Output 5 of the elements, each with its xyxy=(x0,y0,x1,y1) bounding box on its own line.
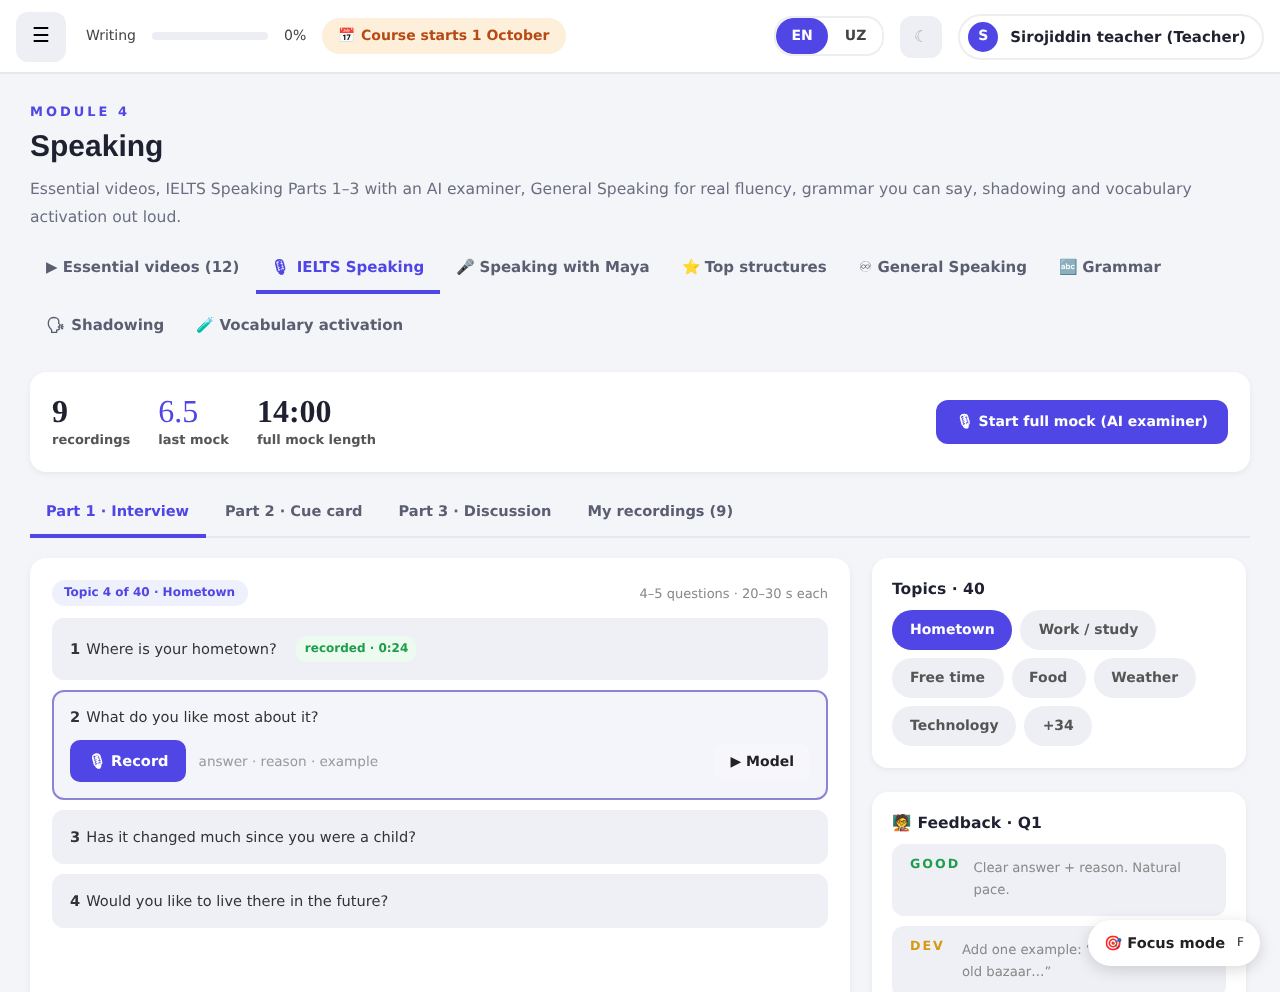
stat-value: 14:00 xyxy=(256,396,334,432)
stat-value: 6.5 xyxy=(158,396,201,432)
stat-value: 9 xyxy=(52,396,70,432)
menu-button[interactable]: ☰ xyxy=(16,11,66,61)
page-title: Speaking xyxy=(30,130,166,164)
